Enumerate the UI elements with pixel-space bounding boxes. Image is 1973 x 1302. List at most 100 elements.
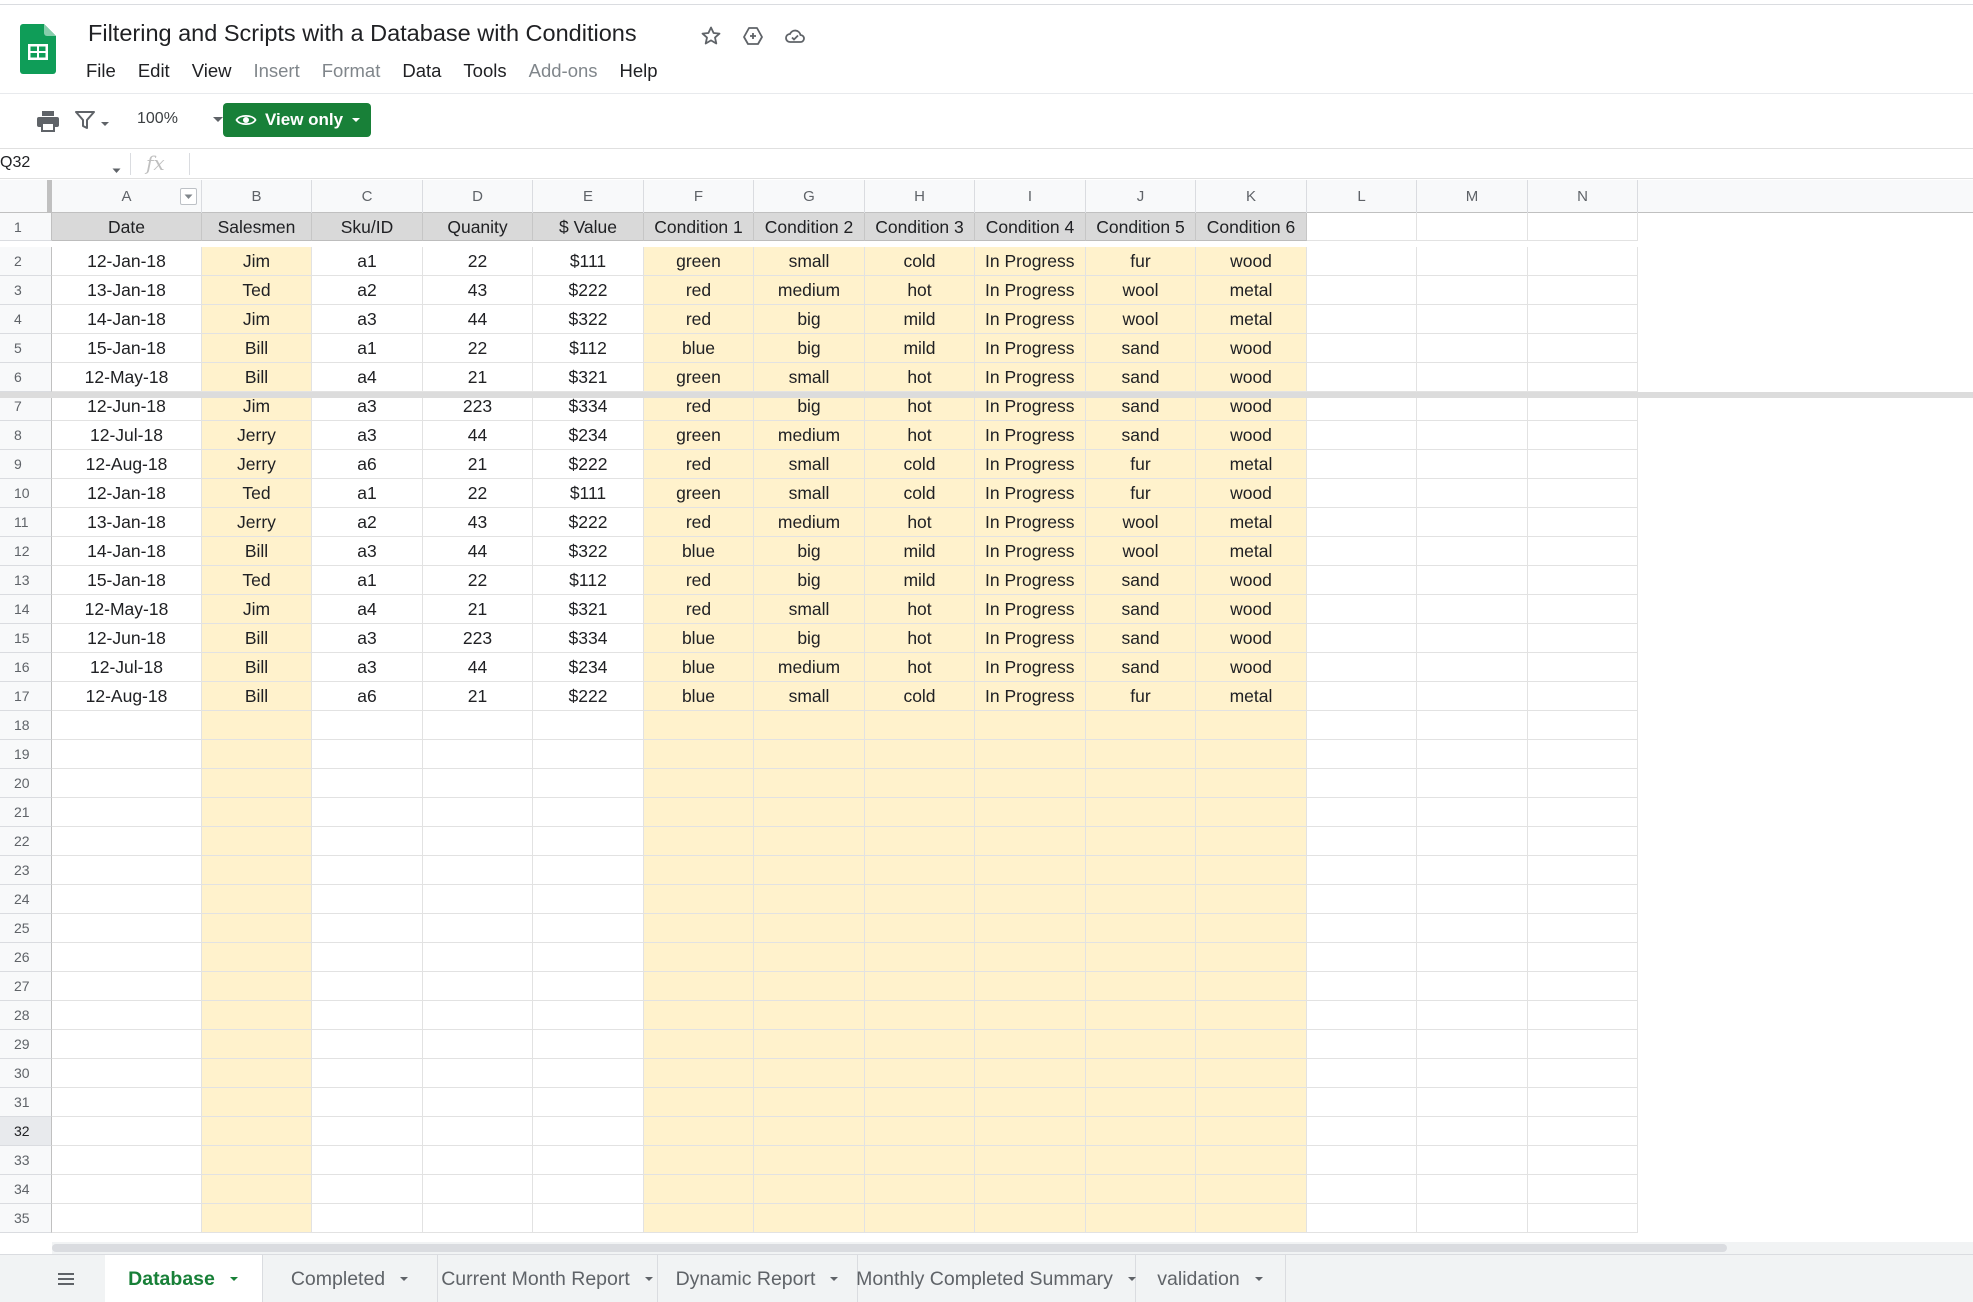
cell[interactable]	[865, 740, 975, 769]
cell[interactable]	[1417, 856, 1528, 885]
cell[interactable]: In Progress	[975, 653, 1086, 682]
cell[interactable]	[1307, 508, 1417, 537]
cell[interactable]	[312, 856, 423, 885]
header-cell[interactable]	[1417, 213, 1528, 241]
cell[interactable]: 12-Aug-18	[52, 682, 202, 711]
cell[interactable]	[533, 1030, 644, 1059]
cell[interactable]	[975, 1030, 1086, 1059]
cell[interactable]	[423, 885, 533, 914]
cell[interactable]	[754, 1088, 865, 1117]
cell[interactable]	[1196, 1001, 1307, 1030]
cell[interactable]	[754, 769, 865, 798]
cell[interactable]	[754, 1175, 865, 1204]
print-icon[interactable]	[35, 109, 61, 138]
cell[interactable]	[754, 885, 865, 914]
cell[interactable]	[1196, 798, 1307, 827]
cell[interactable]	[1307, 537, 1417, 566]
cell[interactable]: red	[644, 276, 754, 305]
cell[interactable]	[1417, 247, 1528, 276]
cell[interactable]	[1307, 943, 1417, 972]
cell[interactable]	[1417, 537, 1528, 566]
cell[interactable]	[1417, 827, 1528, 856]
sheet-tab-validation[interactable]: validation	[1136, 1255, 1286, 1302]
cell[interactable]: big	[754, 566, 865, 595]
cell[interactable]: wood	[1196, 363, 1307, 392]
scrollbar-thumb[interactable]	[52, 1244, 1727, 1252]
cell[interactable]	[1086, 1030, 1196, 1059]
cell[interactable]	[1307, 856, 1417, 885]
cell[interactable]	[1307, 479, 1417, 508]
cell[interactable]: Jerry	[202, 421, 312, 450]
cell[interactable]	[312, 1146, 423, 1175]
cell[interactable]: 21	[423, 595, 533, 624]
cell[interactable]	[1528, 566, 1638, 595]
cell[interactable]: 22	[423, 334, 533, 363]
row-header[interactable]: 8	[0, 421, 52, 450]
cell[interactable]: mild	[865, 305, 975, 334]
cell[interactable]: cold	[865, 479, 975, 508]
cell[interactable]: $222	[533, 682, 644, 711]
cell[interactable]	[1307, 421, 1417, 450]
column-header-k[interactable]: K	[1196, 180, 1307, 213]
cell[interactable]: $222	[533, 508, 644, 537]
cell[interactable]	[1528, 798, 1638, 827]
cell[interactable]: 21	[423, 363, 533, 392]
cell[interactable]	[975, 1059, 1086, 1088]
cell[interactable]	[52, 1204, 202, 1233]
cell[interactable]: sand	[1086, 624, 1196, 653]
cell[interactable]	[754, 856, 865, 885]
cell[interactable]: mild	[865, 537, 975, 566]
cell[interactable]	[1307, 1030, 1417, 1059]
cell[interactable]	[1417, 624, 1528, 653]
cell[interactable]	[1086, 1175, 1196, 1204]
frozen-row-divider[interactable]	[0, 392, 1973, 398]
cell[interactable]	[1417, 769, 1528, 798]
row-header[interactable]: 13	[0, 566, 52, 595]
cell[interactable]	[52, 1117, 202, 1146]
cell[interactable]: $112	[533, 566, 644, 595]
cell[interactable]: 15-Jan-18	[52, 566, 202, 595]
cell[interactable]	[975, 769, 1086, 798]
cell[interactable]	[1528, 653, 1638, 682]
cell[interactable]: 13-Jan-18	[52, 276, 202, 305]
cell[interactable]	[975, 1204, 1086, 1233]
cell[interactable]	[52, 856, 202, 885]
horizontal-scrollbar[interactable]	[52, 1242, 1973, 1254]
cell[interactable]	[202, 1059, 312, 1088]
cell[interactable]	[1417, 1001, 1528, 1030]
cell[interactable]: wood	[1196, 595, 1307, 624]
cell[interactable]	[1086, 1204, 1196, 1233]
cell[interactable]: sand	[1086, 595, 1196, 624]
cell[interactable]: sand	[1086, 421, 1196, 450]
cell[interactable]: 22	[423, 247, 533, 276]
cell[interactable]: wood	[1196, 247, 1307, 276]
cell[interactable]	[1307, 740, 1417, 769]
cell[interactable]	[754, 1059, 865, 1088]
cell[interactable]	[975, 827, 1086, 856]
cell[interactable]: a2	[312, 276, 423, 305]
cell[interactable]: In Progress	[975, 247, 1086, 276]
cell[interactable]	[1528, 537, 1638, 566]
cell[interactable]: Bill	[202, 537, 312, 566]
cell[interactable]: sand	[1086, 363, 1196, 392]
cell[interactable]	[644, 972, 754, 1001]
cell[interactable]: blue	[644, 682, 754, 711]
row-header[interactable]: 16	[0, 653, 52, 682]
cell[interactable]	[1417, 1204, 1528, 1233]
cell[interactable]	[754, 1001, 865, 1030]
cell[interactable]: wood	[1196, 566, 1307, 595]
cell[interactable]	[1417, 508, 1528, 537]
cell[interactable]	[1307, 1059, 1417, 1088]
cell[interactable]	[423, 972, 533, 1001]
cell[interactable]	[533, 1117, 644, 1146]
cell[interactable]: $112	[533, 334, 644, 363]
cell[interactable]	[1417, 943, 1528, 972]
cell[interactable]	[1196, 769, 1307, 798]
cell[interactable]	[533, 827, 644, 856]
cell[interactable]	[1528, 508, 1638, 537]
chevron-down-icon[interactable]	[112, 161, 121, 179]
cell[interactable]	[533, 711, 644, 740]
cell[interactable]	[312, 1001, 423, 1030]
cell[interactable]: red	[644, 595, 754, 624]
cell[interactable]	[1528, 972, 1638, 1001]
